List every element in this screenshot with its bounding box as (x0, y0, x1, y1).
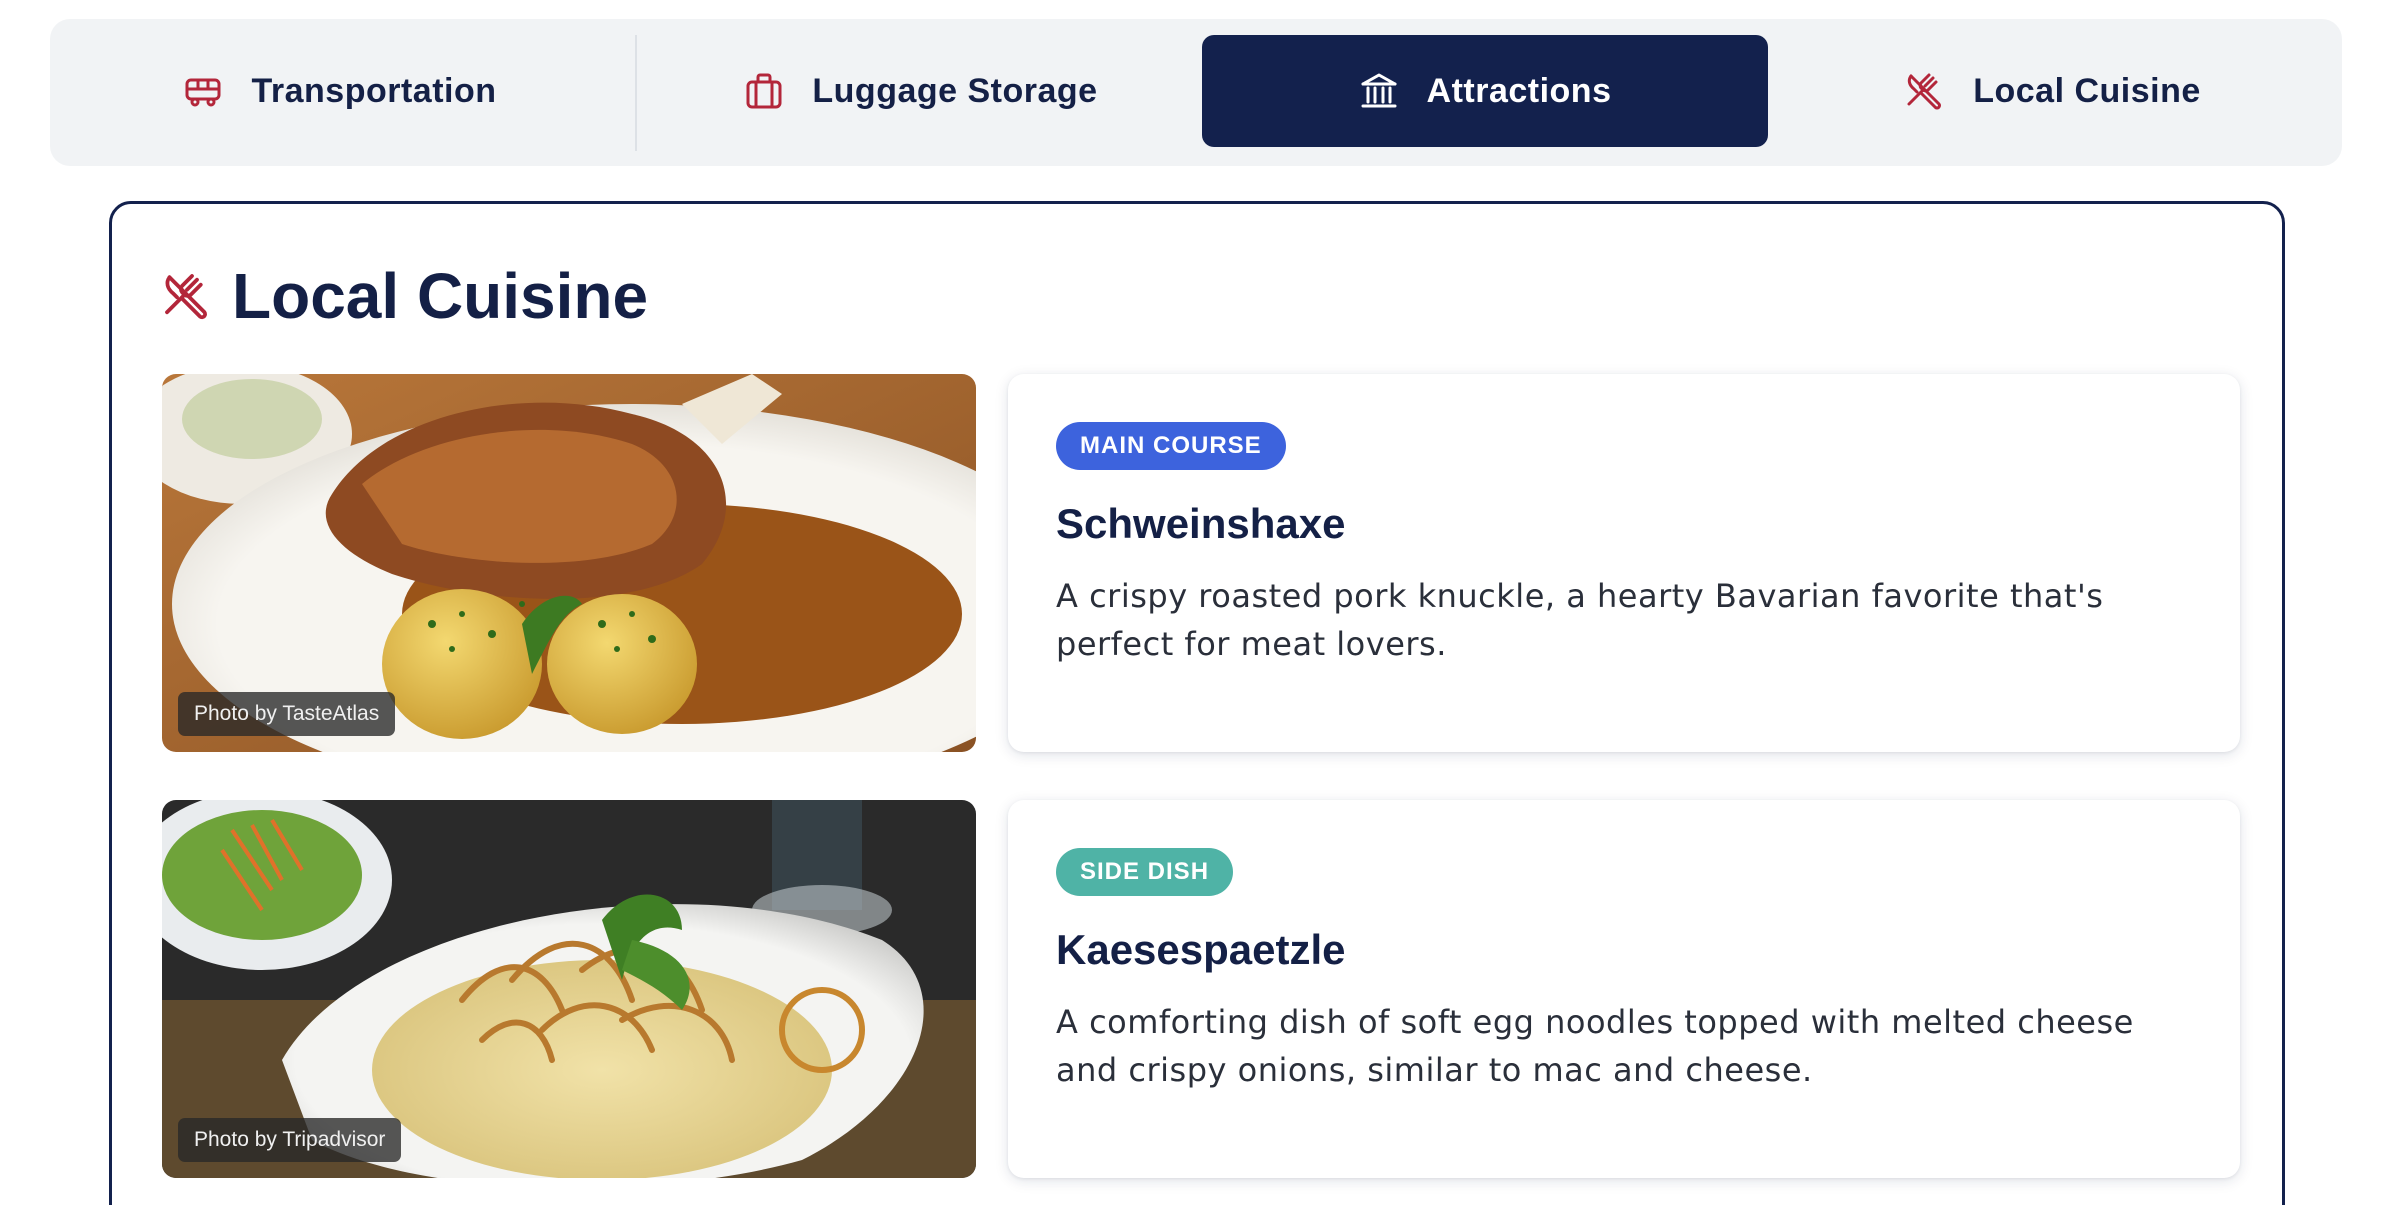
section-title: Local Cuisine (232, 260, 649, 332)
tab-local-cuisine[interactable]: Local Cuisine (1770, 35, 2336, 147)
local-cuisine-panel: Local Cuisine Photo by TasteAtlas MAIN C… (109, 201, 2285, 1205)
dish-name: Schweinshaxe (1056, 500, 1346, 547)
tab-bar: Transportation Luggage Storage Attractio… (50, 19, 2342, 166)
section-header: Local Cuisine (162, 259, 648, 333)
tab-label: Transportation (251, 71, 497, 110)
bus-icon (185, 78, 221, 107)
dish-card: MAIN COURSE Schweinshaxe A crispy roaste… (1008, 374, 2240, 752)
photo-credit: Photo by Tripadvisor (178, 1118, 402, 1162)
dish-item: Photo by TasteAtlas MAIN COURSE Schweins… (162, 374, 2240, 752)
tab-luggage-storage[interactable]: Luggage Storage (638, 35, 1204, 147)
dish-photo: Photo by TasteAtlas (162, 374, 976, 752)
dish-description: A crispy roasted pork knuckle, a hearty … (1056, 577, 2104, 663)
photo-credit: Photo by TasteAtlas (178, 692, 396, 736)
luggage-icon (746, 73, 782, 109)
tab-divider (635, 35, 637, 151)
category-badge: SIDE DISH (1056, 848, 1234, 896)
dish-photo: Photo by Tripadvisor (162, 800, 976, 1178)
tab-label: Luggage Storage (812, 71, 1098, 110)
landmark-icon (1361, 73, 1397, 108)
utensils-crossed-icon (165, 274, 207, 320)
utensils-crossed-icon (1907, 73, 1942, 110)
tab-attractions[interactable]: Attractions (1202, 35, 1768, 147)
tab-label: Local Cuisine (1973, 71, 2201, 110)
dish-name: Kaesespaetzle (1056, 926, 1346, 973)
dish-card: SIDE DISH Kaesespaetzle A comforting dis… (1008, 800, 2240, 1178)
category-badge: MAIN COURSE (1056, 422, 1286, 470)
tab-label: Attractions (1426, 71, 1612, 110)
tab-transportation[interactable]: Transportation (60, 35, 620, 147)
dish-description: A comforting dish of soft egg noodles to… (1056, 1003, 2134, 1089)
dish-item: Photo by Tripadvisor SIDE DISH Kaesespae… (162, 800, 2240, 1178)
